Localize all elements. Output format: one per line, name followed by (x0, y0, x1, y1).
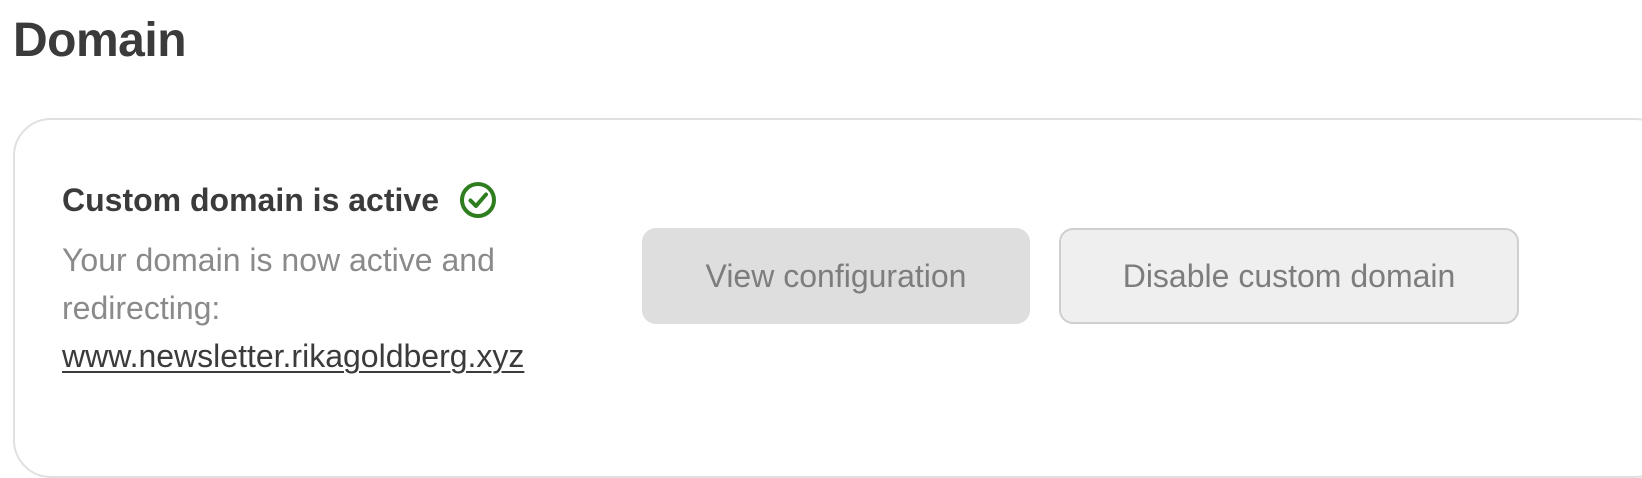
view-configuration-button[interactable]: View configuration (642, 228, 1030, 324)
disable-custom-domain-button[interactable]: Disable custom domain (1059, 228, 1519, 324)
domain-status: Custom domain is active (62, 178, 497, 222)
page-title: Domain (13, 14, 187, 67)
domain-link[interactable]: www.newsletter.rikagoldberg.xyz (62, 332, 524, 380)
domain-status-title: Custom domain is active (62, 181, 439, 218)
check-circle-icon (459, 181, 497, 219)
domain-status-description: Your domain is now active and redirectin… (62, 242, 495, 326)
